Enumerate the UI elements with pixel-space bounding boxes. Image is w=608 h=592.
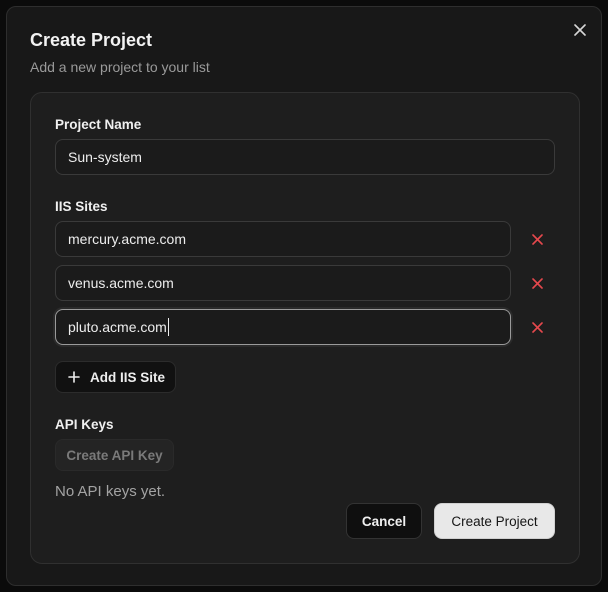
iis-site-input-1[interactable]: mercury.acme.com [55,221,511,257]
create-project-label: Create Project [451,513,538,529]
iis-site-input-3[interactable]: pluto.acme.com [55,309,511,345]
close-button[interactable] [570,20,590,40]
add-iis-site-label: Add IIS Site [90,369,166,385]
iis-site-value: mercury.acme.com [68,231,186,247]
create-api-key-label: Create API Key [66,447,163,463]
remove-iis-site-button-3[interactable] [526,316,548,338]
iis-site-value: pluto.acme.com [68,319,167,335]
close-icon [574,24,586,36]
iis-site-input-2[interactable]: venus.acme.com [55,265,511,301]
x-icon [531,321,543,333]
text-cursor [167,318,169,336]
remove-iis-site-button-1[interactable] [526,228,548,250]
project-name-label: Project Name [55,117,142,132]
create-api-key-button[interactable]: Create API Key [55,439,174,471]
x-icon [531,233,543,245]
cancel-label: Cancel [361,513,407,529]
iis-site-value: venus.acme.com [68,275,174,291]
project-name-value: Sun-system [68,149,142,165]
dialog-subtitle: Add a new project to your list [30,59,210,75]
api-keys-label: API Keys [55,417,114,432]
create-project-button[interactable]: Create Project [434,503,555,539]
add-iis-site-button[interactable]: Add IIS Site [55,361,176,393]
cancel-button[interactable]: Cancel [346,503,422,539]
api-keys-empty-text: No API keys yet. [55,483,166,500]
x-icon [531,277,543,289]
dialog-title: Create Project [30,30,153,50]
plus-icon [68,371,80,383]
remove-iis-site-button-2[interactable] [526,272,548,294]
iis-sites-label: IIS Sites [55,199,108,214]
project-name-input[interactable]: Sun-system [55,139,555,175]
